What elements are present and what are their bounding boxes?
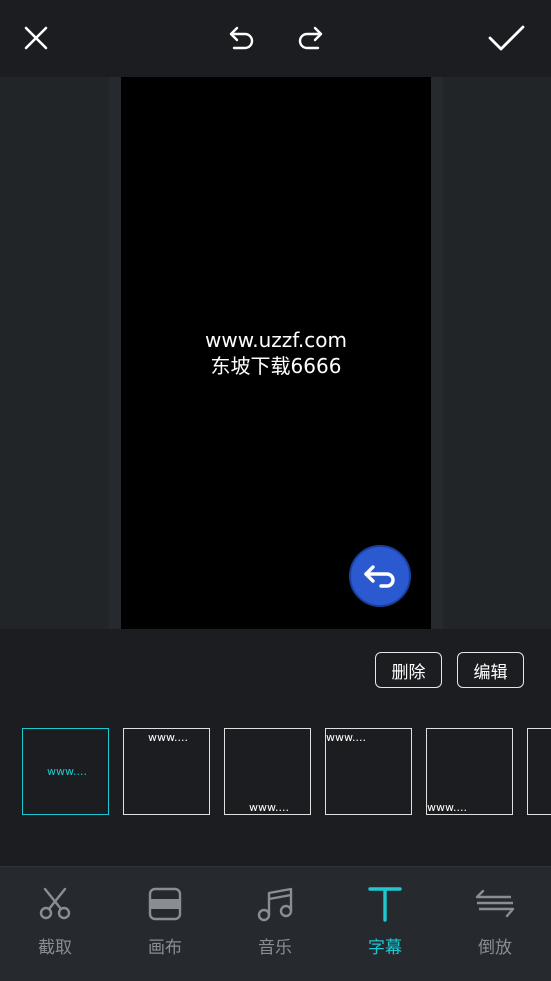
preview-side-band-right [443, 77, 551, 629]
return-fab-button[interactable] [349, 545, 411, 607]
tab-label: 音乐 [258, 938, 292, 958]
delete-button[interactable]: 删除 [375, 652, 442, 688]
thumbnail[interactable]: www.... [325, 728, 412, 815]
undo-icon [229, 26, 254, 50]
close-icon [24, 26, 48, 50]
subtitle-thumbnail-strip[interactable]: www.... www.... www.... www.... www.... [0, 709, 551, 866]
subtitle-action-row: 删除 编辑 [0, 629, 551, 709]
reverse-icon [475, 884, 515, 924]
thumbnail-text: www.... [326, 731, 366, 744]
thumbnail[interactable]: www.... [426, 728, 513, 815]
tab-label: 字幕 [368, 938, 402, 958]
thumbnail[interactable]: www.... [123, 728, 210, 815]
tab-subtitle[interactable]: 字幕 [330, 867, 440, 981]
thumbnail-text: www.... [148, 731, 188, 744]
tab-label: 截取 [38, 938, 72, 958]
tab-trim[interactable]: 截取 [0, 867, 110, 981]
tab-canvas[interactable]: 画布 [110, 867, 220, 981]
top-bar [0, 0, 551, 77]
return-arrow-icon [364, 565, 395, 588]
video-canvas[interactable]: www.uzzf.com 东坡下载6666 [121, 77, 431, 629]
subtitle-line-1: www.uzzf.com [205, 328, 347, 352]
music-note-icon [255, 884, 295, 924]
thumbnail[interactable]: www.... [224, 728, 311, 815]
preview-side-band-left [0, 77, 109, 629]
thumbnail-text: www.... [249, 801, 289, 814]
subtitle-overlay[interactable]: www.uzzf.com 东坡下载6666 [121, 327, 431, 379]
tab-label: 倒放 [478, 938, 512, 958]
edit-button[interactable]: 编辑 [457, 652, 524, 688]
checkmark-icon [488, 25, 525, 51]
thumbnail-partial[interactable] [527, 728, 551, 815]
bottom-tab-bar: 截取 画布 音乐 字幕 倒放 [0, 866, 551, 981]
tab-label: 画布 [148, 938, 182, 958]
scissors-icon [35, 884, 75, 924]
thumbnail-selected[interactable]: www.... [22, 728, 109, 815]
thumbnail-text: www.... [47, 765, 87, 778]
tab-reverse[interactable]: 倒放 [440, 867, 550, 981]
text-t-icon [365, 884, 405, 924]
close-button[interactable] [16, 18, 56, 58]
canvas-icon [145, 884, 185, 924]
video-preview-area: www.uzzf.com 东坡下载6666 [0, 77, 551, 629]
thumbnail-text: www.... [427, 801, 467, 814]
subtitle-line-2: 东坡下载6666 [210, 354, 342, 378]
confirm-button[interactable] [486, 18, 526, 58]
tab-music[interactable]: 音乐 [220, 867, 330, 981]
undo-button[interactable] [222, 18, 262, 58]
redo-icon [298, 26, 323, 50]
redo-button[interactable] [290, 18, 330, 58]
